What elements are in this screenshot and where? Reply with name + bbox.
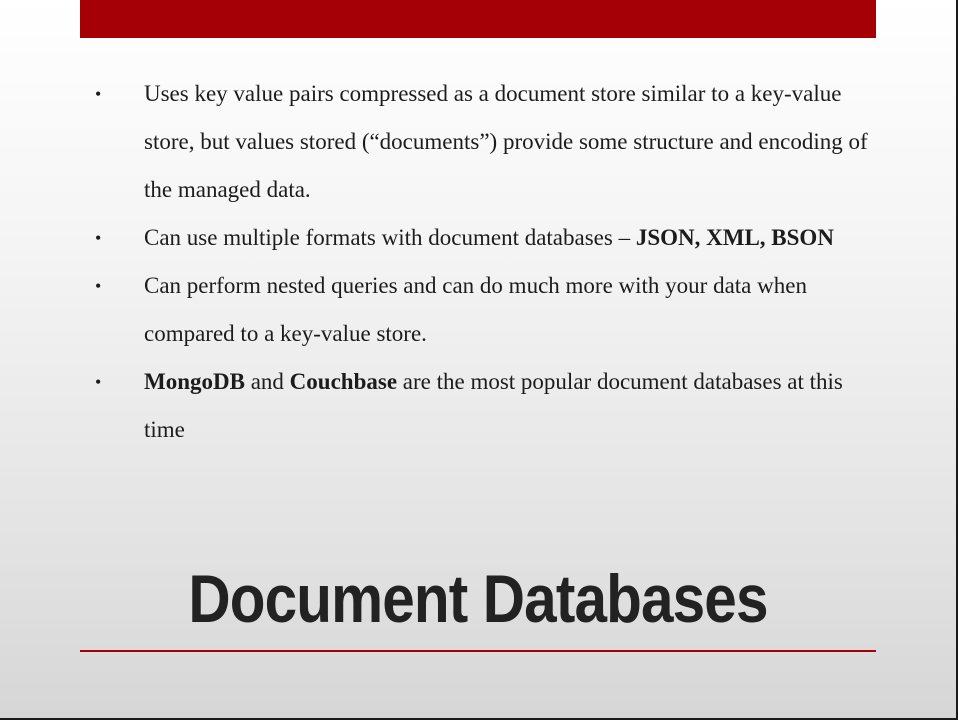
title-underline-rule <box>80 650 876 652</box>
bullet-text: Can perform nested queries and can do mu… <box>144 273 807 346</box>
header-accent-bar <box>80 0 876 38</box>
bullet-text: Uses key value pairs compressed as a doc… <box>144 81 868 202</box>
bullet-item: • Uses key value pairs compressed as a d… <box>95 70 875 214</box>
bullet-bold-formats: JSON, XML, BSON <box>635 225 834 250</box>
bullet-icon: • <box>95 372 102 392</box>
bullet-bold-mongodb: MongoDB <box>144 369 245 394</box>
bullet-icon: • <box>95 84 102 104</box>
bullet-text: Can use multiple formats with document d… <box>144 225 636 250</box>
bullet-bold-couchbase: Couchbase <box>289 369 398 394</box>
slide-title: Document Databases <box>188 561 768 637</box>
bullet-item: • MongoDB and Couchbase are the most pop… <box>95 358 875 454</box>
bullet-icon: • <box>95 228 102 248</box>
bullet-item: • Can perform nested queries and can do … <box>95 262 875 358</box>
bullet-icon: • <box>95 276 102 296</box>
bullet-list: • Uses key value pairs compressed as a d… <box>95 70 875 454</box>
bullet-item: • Can use multiple formats with document… <box>95 214 875 262</box>
slide: • Uses key value pairs compressed as a d… <box>0 0 958 720</box>
bullet-text: and <box>244 369 290 394</box>
